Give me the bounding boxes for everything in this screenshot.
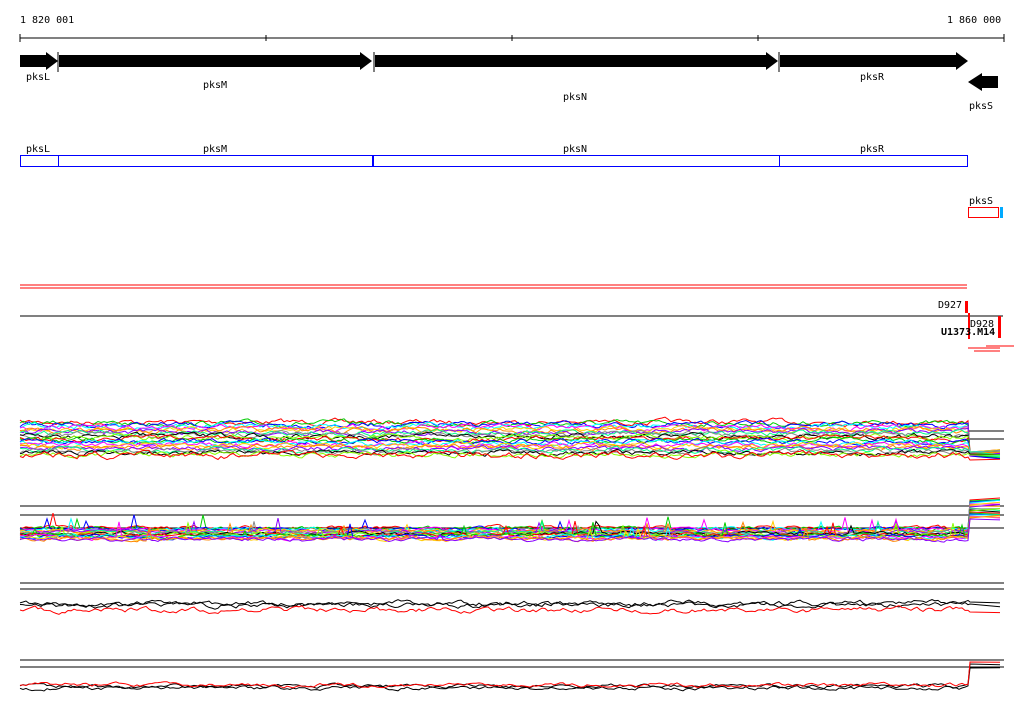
region-pksS[interactable]: [968, 207, 999, 218]
region-label-pksL: pksL: [26, 144, 50, 155]
gene-pksM[interactable]: [59, 52, 372, 70]
gene-label-pksS: pksS: [969, 101, 993, 112]
gene-pksS[interactable]: [968, 73, 998, 91]
gene-pksN[interactable]: [375, 52, 778, 70]
feature-track: D927 D928 U1373.M14: [20, 284, 1014, 352]
region-label-pksM: pksM: [203, 144, 227, 155]
region-pksN[interactable]: [373, 155, 780, 167]
ruler-end-label: 1 860 000: [947, 15, 1001, 26]
region-label-pksS: pksS: [969, 196, 993, 207]
gene-label-pksL: pksL: [26, 72, 50, 83]
gene-label-pksN: pksN: [563, 92, 587, 103]
region-label-pksR: pksR: [860, 144, 885, 155]
gene-label-pksM: pksM: [203, 80, 227, 91]
gene-track: pksL pksM pksN pksR pksS: [20, 52, 998, 112]
coverage-line-panel-3: [19, 605, 1001, 615]
region-pksM[interactable]: [58, 155, 373, 167]
gene-label-pksR: pksR: [860, 72, 885, 83]
coverage-line-panel-4: [19, 661, 1001, 689]
region-track: [20, 155, 1003, 218]
coordinate-ruler: 1 820 001 1 860 000: [19, 15, 1005, 42]
feature-label-u1373: U1373.M14: [941, 327, 995, 338]
gene-pksR[interactable]: [780, 52, 968, 70]
coverage-line-panel-4: [19, 667, 1001, 692]
coverage-traces: [19, 416, 1004, 692]
gene-pksL[interactable]: [20, 52, 58, 70]
region-pksR[interactable]: [779, 155, 968, 167]
ruler-start-label: 1 820 001: [20, 15, 74, 26]
feature-label-d927: D927: [938, 300, 962, 311]
feature-d927[interactable]: [965, 301, 968, 313]
genome-browser: 1 820 001 1 860 000 pksL pksM pksN pksR …: [19, 15, 1014, 692]
region-label-pksN: pksN: [563, 144, 587, 155]
region-pksS-marker: [1000, 207, 1003, 218]
feature-u1373[interactable]: [998, 316, 1001, 338]
region-pksL[interactable]: [20, 155, 59, 167]
